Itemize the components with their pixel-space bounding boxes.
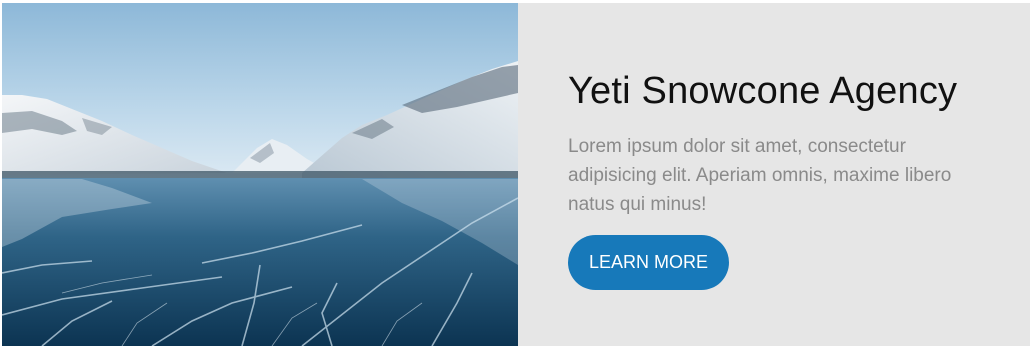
media-card: Yeti Snowcone Agency Lorem ipsum dolor s… <box>2 3 1030 346</box>
card-title: Yeti Snowcone Agency <box>568 70 958 112</box>
learn-more-button[interactable]: LEARN MORE <box>568 235 730 290</box>
card-description: Lorem ipsum dolor sit amet, consectetur … <box>568 136 952 215</box>
frozen-lake-illustration <box>2 3 518 346</box>
landscape-image <box>2 3 518 346</box>
card-content: Yeti Snowcone Agency Lorem ipsum dolor s… <box>518 3 1030 346</box>
